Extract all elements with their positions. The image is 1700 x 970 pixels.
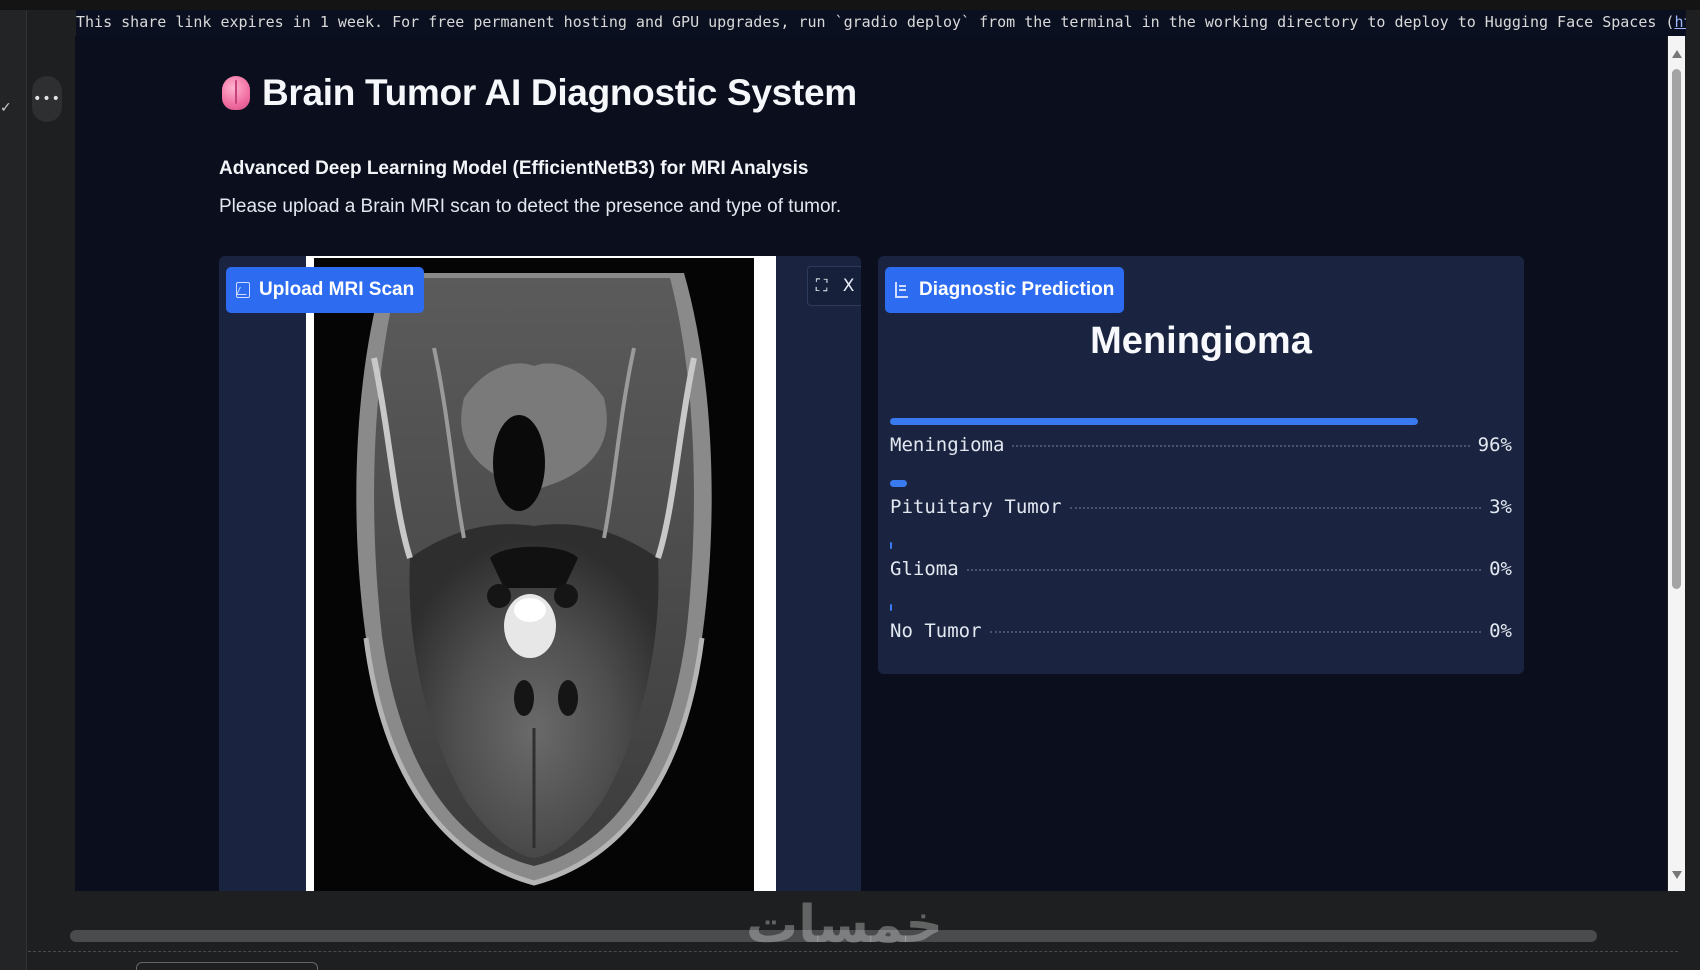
vertical-scroll-thumb[interactable] xyxy=(1672,69,1681,589)
brain-icon xyxy=(222,76,250,110)
more-dots-icon: ••• xyxy=(33,91,61,107)
confidence-value: 0% xyxy=(1489,620,1512,642)
predicted-class: Meningioma xyxy=(1090,320,1312,362)
bar-chart-icon xyxy=(895,282,908,298)
more-options-button[interactable]: ••• xyxy=(32,76,62,122)
mri-scan-image xyxy=(314,258,754,891)
uploaded-image-frame xyxy=(306,256,776,891)
confidence-bar xyxy=(890,418,1418,425)
page-subtitle: Advanced Deep Learning Model (EfficientN… xyxy=(219,158,809,179)
dotted-leader xyxy=(1012,445,1470,447)
dotted-leader xyxy=(966,569,1482,571)
left-gutter: ✓ xyxy=(0,10,27,970)
confidence-row-no-tumor[interactable]: No Tumor 0% xyxy=(890,604,1512,666)
confidence-label: Pituitary Tumor xyxy=(890,496,1062,518)
confidence-row-glioma[interactable]: Glioma 0% xyxy=(890,542,1512,604)
share-link[interactable]: https://huggingfac xyxy=(1674,13,1686,31)
confidence-label: Meningioma xyxy=(890,434,1005,456)
confidence-line: Glioma 0% xyxy=(890,558,1512,580)
dotted-leader xyxy=(989,631,1482,633)
vertical-scrollbar[interactable] xyxy=(1668,36,1685,891)
confidence-list: Meningioma 96% Pituitary Tumor 3% Glioma… xyxy=(890,418,1512,666)
confidence-row-pituitary[interactable]: Pituitary Tumor 3% xyxy=(890,480,1512,542)
check-icon[interactable]: ✓ xyxy=(0,100,12,116)
share-notice-text: This share link expires in 1 week. For f… xyxy=(76,13,1675,31)
mri-scan-drawing xyxy=(314,258,754,891)
fullscreen-icon[interactable]: ⛶ xyxy=(816,277,828,295)
title-row: Brain Tumor AI Diagnostic System xyxy=(222,72,857,114)
confidence-value: 96% xyxy=(1477,434,1512,456)
upload-label: Upload MRI Scan xyxy=(259,279,415,300)
prediction-label: Diagnostic Prediction xyxy=(919,279,1115,300)
confidence-bar xyxy=(890,604,892,611)
confidence-label: Glioma xyxy=(890,558,959,580)
upload-panel[interactable]: Upload MRI Scan ⛶ X xyxy=(219,256,861,891)
image-icon xyxy=(236,282,250,298)
dotted-leader xyxy=(1069,507,1482,509)
top-chrome-bar xyxy=(0,0,1700,10)
close-icon[interactable]: X xyxy=(843,277,855,295)
scroll-down-icon[interactable] xyxy=(1672,871,1682,879)
confidence-bar xyxy=(890,480,907,487)
confidence-value: 3% xyxy=(1489,496,1512,518)
confidence-line: Pituitary Tumor 3% xyxy=(890,496,1512,518)
watermark-text: خمسات xyxy=(746,895,944,955)
browser-frame: ✓ ••• This share link expires in 1 week.… xyxy=(0,0,1700,970)
prediction-label-badge: Diagnostic Prediction xyxy=(885,267,1125,313)
confidence-bar xyxy=(890,542,892,549)
confidence-line: Meningioma 96% xyxy=(890,434,1512,456)
gradio-app: Brain Tumor AI Diagnostic System Advance… xyxy=(75,36,1667,891)
share-link-notice: This share link expires in 1 week. For f… xyxy=(76,10,1686,36)
confidence-label: No Tumor xyxy=(890,620,982,642)
page-description: Please upload a Brain MRI scan to detect… xyxy=(219,196,842,217)
confidence-row-meningioma[interactable]: Meningioma 96% xyxy=(890,418,1512,480)
image-toolbar: ⛶ X xyxy=(807,266,861,306)
confidence-line: No Tumor 0% xyxy=(890,620,1512,642)
page-title: Brain Tumor AI Diagnostic System xyxy=(262,72,857,113)
bottom-tab[interactable] xyxy=(136,962,318,970)
confidence-value: 0% xyxy=(1489,558,1512,580)
prediction-panel: Diagnostic Prediction Meningioma Meningi… xyxy=(878,256,1524,674)
upload-label-badge: Upload MRI Scan xyxy=(226,267,425,313)
scroll-up-icon[interactable] xyxy=(1672,50,1682,58)
